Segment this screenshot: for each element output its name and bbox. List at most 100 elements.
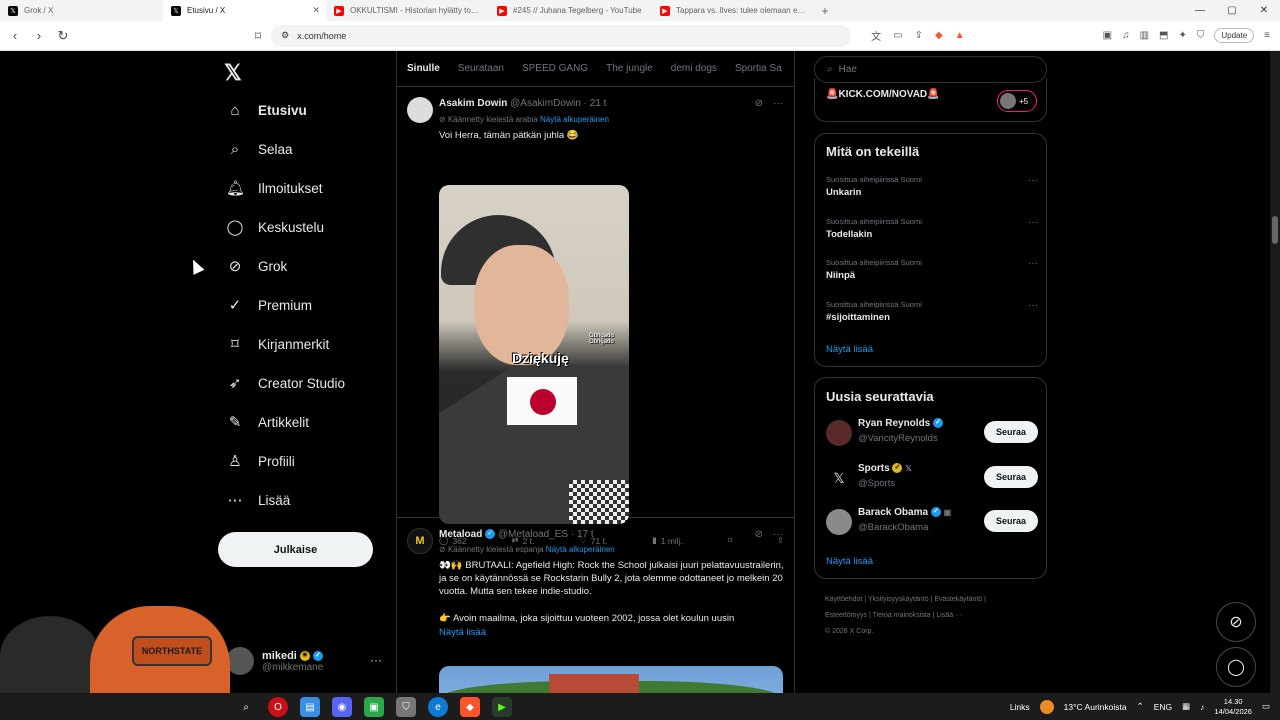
address-bar[interactable]: ⚙ x.com/home	[271, 24, 852, 47]
live-avatars[interactable]: +5	[997, 90, 1037, 112]
tweet-time[interactable]: · 21 t	[584, 98, 607, 109]
sidebar-toggle-icon[interactable]: ▥	[1140, 30, 1149, 41]
trend-item[interactable]: Suosittua aiheipiirissä Suomi Unkarin ··…	[826, 175, 1038, 198]
brave-rewards-icon[interactable]: ▲	[955, 30, 965, 41]
more-icon[interactable]: ···	[1028, 258, 1038, 269]
files-icon[interactable]: ▤	[300, 697, 320, 717]
site-info-icon[interactable]: ⚙	[281, 30, 289, 41]
leo-icon[interactable]: ✦	[1178, 30, 1186, 41]
tweet-time[interactable]: · 17 t	[571, 529, 594, 540]
discord-icon[interactable]: ◉	[332, 697, 352, 717]
follow-suggestion[interactable]: 𝕏 Sports ✓ 𝕏 @Sports Seuraa	[826, 463, 1038, 495]
update-button[interactable]: Update	[1214, 28, 1255, 43]
cast-icon[interactable]: ▭	[893, 30, 902, 41]
sidebar-item-premium[interactable]: ✓ Premium	[226, 292, 312, 318]
shield-icon[interactable]: ⛉	[396, 697, 416, 717]
messages-fab-button[interactable]: ◯	[1216, 647, 1256, 687]
weather-text[interactable]: 13°C Aurinkoista	[1064, 702, 1127, 712]
minimize-icon[interactable]: —	[1184, 0, 1216, 21]
more-icon[interactable]: ···	[773, 529, 783, 540]
translate-icon[interactable]: 文	[871, 28, 881, 43]
sidebar-item-more[interactable]: ⋯ Lisää	[226, 487, 291, 513]
close-icon[interactable]: ✕	[312, 5, 320, 16]
forward-icon[interactable]: ›	[32, 28, 46, 43]
sidebar-item-notifications[interactable]: 🔔︎ Ilmoitukset	[226, 175, 323, 201]
brave-icon[interactable]: ◆	[460, 697, 480, 717]
live-card[interactable]: 🚨KICK.COM/NOVAD🚨 +5	[814, 78, 1047, 122]
author-name[interactable]: Metaload	[439, 529, 482, 540]
xbox-icon[interactable]: ▣	[364, 697, 384, 717]
new-tab-button[interactable]: +	[815, 0, 835, 21]
tab-demi-dogs[interactable]: demi dogs	[671, 63, 717, 74]
follow-suggestion[interactable]: Barack Obama ✓ ▣ @BarackObama Seuraa	[826, 507, 1038, 539]
trend-item[interactable]: Suosittua aiheipiirissä Suomi Todellakin…	[826, 217, 1038, 240]
chevron-up-icon[interactable]: ⌃	[1137, 701, 1144, 712]
show-original-link[interactable]: Näytä alkuperäinen	[540, 115, 609, 124]
show-more-link[interactable]: Näytä lisää	[439, 626, 784, 639]
page-scrollbar[interactable]	[1270, 51, 1280, 693]
avatar[interactable]	[826, 509, 852, 535]
footer-line[interactable]: Esteettömyys | Tietoa mainoksista | Lisä…	[825, 608, 1040, 624]
network-icon[interactable]: ▦	[1182, 701, 1190, 712]
tab-sportia[interactable]: Sportia Sa	[735, 63, 782, 74]
tab-for-you[interactable]: Sinulle	[407, 63, 440, 74]
follow-button[interactable]: Seuraa	[984, 510, 1038, 532]
volume-icon[interactable]: ♪	[1200, 702, 1204, 712]
browser-tab-4[interactable]: ▶ Tappara vs. Ilves: tulee olemaan espp.…	[652, 0, 815, 21]
grok-fab-button[interactable]: ⊘	[1216, 602, 1256, 642]
more-icon[interactable]: ···	[1028, 217, 1038, 228]
language-indicator[interactable]: ENG	[1154, 702, 1172, 712]
follow-button[interactable]: Seuraa	[984, 466, 1038, 488]
notification-icon[interactable]: ▭	[1262, 701, 1270, 712]
tab-the-jungle[interactable]: The jungle	[606, 63, 653, 74]
grok-icon[interactable]: ⊘	[755, 529, 763, 540]
author-handle[interactable]: @AsakimDowin	[510, 98, 581, 109]
avatar[interactable]: M	[407, 528, 433, 554]
footer-line[interactable]: Käyttöehdot | Yksityisyyskäytäntö | Eväs…	[825, 592, 1040, 608]
more-icon[interactable]: ···	[773, 98, 783, 109]
show-original-link[interactable]: Näytä alkuperäinen	[546, 545, 615, 554]
links-toolbar[interactable]: Links	[1010, 702, 1030, 712]
follow-button[interactable]: Seuraa	[984, 421, 1038, 443]
reload-icon[interactable]: ↻	[56, 28, 70, 44]
share-icon[interactable]: ⇪	[915, 30, 923, 41]
menu-icon[interactable]: ≡	[1264, 30, 1270, 41]
avatar[interactable]	[826, 420, 852, 446]
close-window-icon[interactable]: ✕	[1248, 0, 1280, 21]
downloads-icon[interactable]: ⬒	[1159, 30, 1168, 41]
tab-following[interactable]: Seurataan	[458, 63, 504, 74]
brave-shield-icon[interactable]: ◆	[935, 30, 943, 41]
tweet-image[interactable]	[439, 666, 783, 693]
account-switcher[interactable]: mikedi ☀ ✓ @mikkemane ···	[226, 647, 382, 675]
clock[interactable]: 14.30 14/04/2026	[1214, 697, 1252, 717]
search-icon[interactable]: ⌕	[236, 697, 256, 717]
follow-show-more[interactable]: Näytä lisää	[826, 556, 873, 567]
tweet-video[interactable]: Dziękuję Obrigado Obrigado	[439, 185, 629, 524]
tab-speed-gang[interactable]: SPEED GANG	[522, 63, 588, 74]
trend-item[interactable]: Suosittua aiheipiirissä Suomi #sijoittam…	[826, 300, 1038, 323]
sidebar-item-home[interactable]: ⌂ Etusivu	[226, 97, 306, 123]
kick-icon[interactable]: ▶	[492, 697, 512, 717]
more-icon[interactable]: ···	[1028, 300, 1038, 311]
sidebar-item-grok[interactable]: ⊘ Grok	[226, 253, 288, 279]
sidebar-item-chat[interactable]: ◯ Keskustelu	[226, 214, 324, 240]
back-icon[interactable]: ‹	[8, 28, 22, 43]
browser-tab-3[interactable]: ▶ #245 // Juhana Tegelberg - YouTube	[489, 0, 652, 21]
maximize-icon[interactable]: ▢	[1216, 0, 1248, 21]
x-logo-icon[interactable]: 𝕏	[224, 60, 242, 86]
sidebar-item-articles[interactable]: ✎ Artikkelit	[226, 409, 309, 435]
browser-tab-0[interactable]: 𝕏 Grok / X	[0, 0, 163, 21]
sidebar-item-explore[interactable]: ⌕ Selaa	[226, 136, 293, 162]
browser-tab-1[interactable]: 𝕏 Etusivu / X ✕	[163, 0, 326, 21]
sidebar-item-creator-studio[interactable]: ➶ Creator Studio	[226, 370, 345, 396]
author-handle[interactable]: @Metaload_ES	[498, 529, 568, 540]
tweet[interactable]: Asakim Dowin @AsakimDowin · 21 t ⊘ ··· ⊘…	[397, 88, 795, 546]
grok-icon[interactable]: ⊘	[755, 98, 763, 109]
scrollbar-thumb[interactable]	[1272, 216, 1278, 244]
sidebar-item-bookmarks[interactable]: ⌑ Kirjanmerkit	[226, 331, 329, 357]
tweet[interactable]: M Metaload ✓ @Metaload_ES · 17 t ⊘ ··· ⊘…	[397, 519, 795, 693]
trend-item[interactable]: Suosittua aiheipiirissä Suomi Niinpä ···	[826, 258, 1038, 281]
bookmark-page-icon[interactable]: ⌑	[255, 29, 261, 43]
sidebar-item-profile[interactable]: ♙ Profiili	[226, 448, 295, 474]
more-icon[interactable]: ···	[370, 653, 382, 667]
